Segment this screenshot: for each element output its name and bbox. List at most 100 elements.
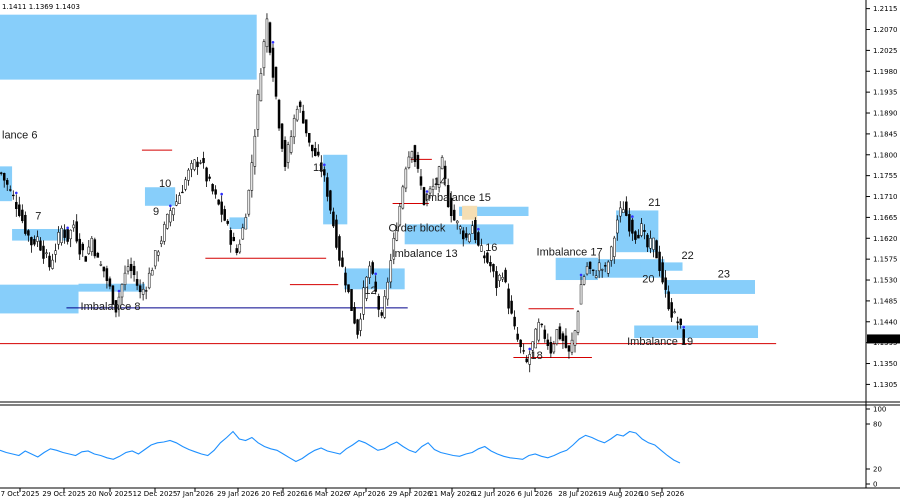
zone-annotation: 7 [35,211,41,223]
candle-body [465,233,468,238]
price-tick-label: 1.2025 [873,47,898,55]
zone-annotation: 18 [531,350,543,362]
candle-body [5,180,9,185]
candle-body [368,265,371,278]
osc-tick-label: 80 [873,421,882,429]
time-tick-label: 29 Apr 2026 [388,490,432,498]
candle-body [389,260,393,283]
candle-body [280,123,284,149]
time-tick-label: 28 Jul 2026 [558,490,598,498]
candle-body [649,238,652,249]
current-price-badge: 1.1403 [867,334,900,344]
candle-body [253,135,257,167]
candle-body [661,262,664,283]
zone-annotation: 22 [682,250,694,262]
osc-tick-label: 100 [873,406,886,414]
candle-body [643,229,646,232]
candle-body [591,269,595,272]
candle-body [120,284,124,298]
candle-body [30,237,33,246]
time-tick-label: 19 Aug 2026 [598,490,643,498]
candle-body [304,119,308,134]
candle-body [549,341,553,354]
candle-body [247,189,251,215]
candle-body [24,214,27,234]
candle-body [235,248,239,253]
oscillator-panel [0,430,681,464]
candle-body [57,232,60,245]
candle-body [483,255,486,259]
price-tick-label: 1.1710 [873,193,898,201]
fractal-marker [631,215,634,218]
candle-body [166,213,169,229]
candle-body [335,219,338,248]
candle-body [190,163,193,170]
candle-body [616,219,619,234]
candle-body [160,240,163,245]
candle-body [36,236,39,242]
fractal-marker [477,227,480,231]
candle-body [208,176,211,179]
oscillator-axis: 100 80 20 0 [866,406,886,489]
price-tick-label: 1.1845 [873,130,898,138]
candle-body [66,229,69,242]
candle-body [552,343,556,353]
zone-annotation: 16 [485,242,497,254]
candle-body [619,207,622,217]
candle-body [588,261,592,269]
candle-body [81,243,84,251]
zone-rect [0,284,79,314]
candle-body [676,321,679,324]
candle-body [474,219,477,240]
time-tick-label: 20 Nov 2025 [88,490,133,498]
candle-body [211,184,214,192]
candle-body [462,230,465,240]
candle-body [0,172,3,174]
candle-body [537,322,541,341]
time-tick-label: 16 Mar 2026 [304,490,349,498]
candle-body [564,335,568,348]
price-tick-label: 1.1890 [873,110,898,118]
candle-body [181,191,184,194]
candle-body [12,194,15,197]
candle-body [513,316,516,327]
candle-body [371,262,374,274]
candle-body [96,252,100,258]
candle-body [135,279,139,286]
candle-body [634,231,637,240]
zone-annotation: 11 [313,162,324,174]
zone-annotation: Imbalance 17 [537,246,603,258]
candle-body [350,289,353,311]
fractal-marker [682,325,686,329]
candle-body [93,239,97,257]
candle-body [27,230,30,236]
candle-body [105,268,109,281]
candle-body [271,47,275,78]
candle-body [156,251,160,256]
candle-body [558,326,562,340]
candle-body [486,252,489,263]
fractal-marker [579,273,583,277]
candle-body [567,345,571,352]
zone-annotation: 20 [642,273,654,285]
price-axis: 1.2115 1.2070 1.2025 1.1980 1.1935 1.1890 1.18… [866,5,898,389]
candle-body [576,311,580,333]
candle-body [597,262,601,272]
candle-body [585,266,589,275]
candle-body [495,271,498,289]
zone-annotation: Order block [389,222,446,234]
candle-body [540,323,544,326]
candle-body [416,154,420,169]
candle-body [307,132,311,143]
candle-body [332,211,335,227]
candle-body [301,110,305,124]
candle-body [341,257,344,267]
candle-body [21,209,24,222]
candle-body [153,250,157,267]
candle-body [504,269,507,283]
candle-body [48,255,51,268]
candle-body [640,223,643,236]
price-tick-label: 1.1980 [873,68,898,76]
candle-body [631,219,634,234]
time-axis: 7 Oct 2025 29 Oct 2025 20 Nov 2025 12 Dec 2… [1,488,685,498]
